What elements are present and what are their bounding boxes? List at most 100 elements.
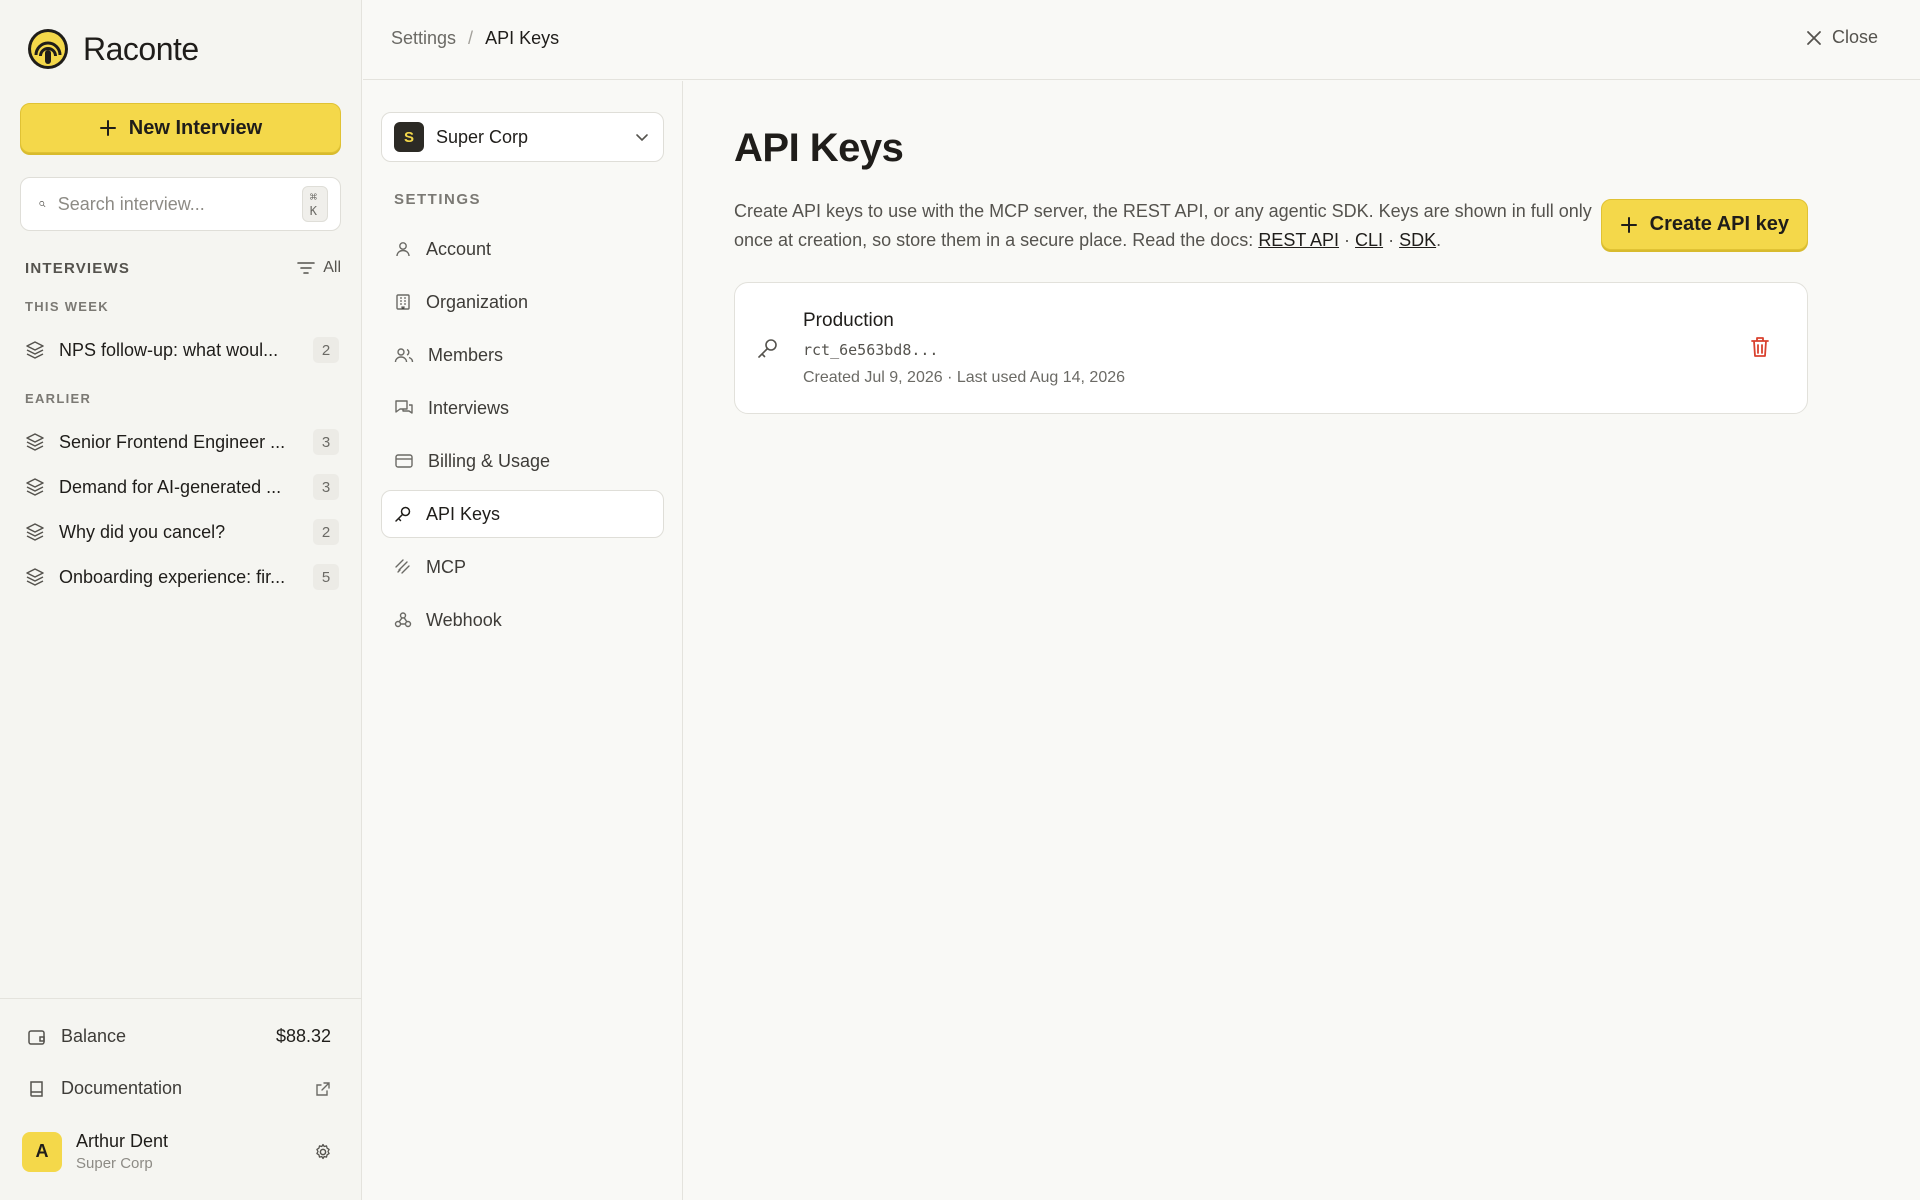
- main-content: API Keys Create API keys to use with the…: [684, 81, 1920, 1200]
- interview-title: Why did you cancel?: [59, 521, 226, 542]
- settings-item-label: MCP: [426, 556, 466, 577]
- filter-label: All: [323, 259, 341, 276]
- close-label: Close: [1831, 27, 1878, 47]
- group-label-earlier: EARLIER: [25, 391, 92, 406]
- interview-title: Demand for AI-generated ...: [59, 476, 282, 497]
- users-icon: [394, 348, 414, 363]
- interview-item[interactable]: Onboarding experience: fir... 5: [25, 558, 341, 596]
- settings-item-api-keys[interactable]: API Keys: [381, 490, 664, 538]
- doc-link-cli[interactable]: CLI: [1355, 230, 1383, 250]
- webhook-icon: [394, 612, 412, 628]
- plus-icon: [1620, 216, 1637, 233]
- settings-item-label: Organization: [426, 291, 529, 312]
- documentation-label: Documentation: [61, 1078, 183, 1098]
- breadcrumb: Settings / API Keys: [391, 28, 559, 49]
- book-icon: [30, 1080, 43, 1097]
- page-title: API Keys: [734, 126, 904, 170]
- settings-section-label: SETTINGS: [394, 191, 482, 208]
- org-badge: S: [394, 122, 424, 152]
- org-selector[interactable]: S Super Corp: [381, 112, 664, 162]
- settings-item-interviews[interactable]: Interviews: [381, 384, 664, 432]
- search-shortcut: ⌘ K: [301, 186, 328, 222]
- breadcrumb-settings[interactable]: Settings: [391, 28, 456, 49]
- link-separator: ·: [1344, 230, 1351, 250]
- close-button[interactable]: Close: [1806, 27, 1878, 48]
- settings-item-webhook[interactable]: Webhook: [381, 596, 664, 644]
- layers-icon: [26, 568, 44, 586]
- settings-item-label: Account: [426, 238, 492, 259]
- settings-item-label: Billing & Usage: [428, 450, 551, 471]
- interview-title: NPS follow-up: what woul...: [59, 339, 279, 360]
- balance-row[interactable]: Balance $88.32: [27, 1026, 331, 1047]
- credit-card-icon: [395, 454, 413, 468]
- balance-label: Balance: [61, 1026, 127, 1046]
- org-name: Super Corp: [436, 126, 529, 147]
- new-interview-button[interactable]: New Interview: [20, 103, 341, 153]
- app-name: Raconte: [83, 30, 199, 67]
- user-name: Arthur Dent: [76, 1131, 169, 1151]
- api-key-prefix: rct_6e563bd8...: [803, 341, 939, 359]
- settings-item-label: API Keys: [426, 503, 501, 524]
- layers-icon: [26, 523, 44, 541]
- interview-count: 3: [313, 474, 339, 500]
- settings-item-label: Members: [428, 344, 504, 365]
- gear-icon[interactable]: [313, 1142, 333, 1162]
- interviews-section-title: INTERVIEWS: [25, 259, 131, 277]
- interview-item[interactable]: Senior Frontend Engineer ... 3: [25, 423, 341, 461]
- settings-item-members[interactable]: Members: [381, 331, 664, 379]
- layers-icon: [26, 341, 44, 359]
- search-box[interactable]: ⌘ K: [20, 177, 341, 231]
- mcp-icon: [395, 559, 410, 574]
- external-link-icon: [316, 1081, 330, 1096]
- interview-item[interactable]: Why did you cancel? 2: [25, 513, 341, 551]
- documentation-link[interactable]: Documentation: [27, 1078, 331, 1099]
- interview-count: 3: [313, 429, 339, 455]
- settings-item-billing[interactable]: Billing & Usage: [381, 437, 664, 485]
- settings-item-label: Webhook: [426, 609, 502, 630]
- settings-item-mcp[interactable]: MCP: [381, 543, 664, 591]
- interviews-header: INTERVIEWS All: [25, 259, 341, 277]
- doc-link-rest-api[interactable]: REST API: [1258, 230, 1339, 250]
- description-text: Create API keys to use with the MCP serv…: [734, 201, 1592, 250]
- key-icon: [395, 506, 411, 522]
- filter-button[interactable]: All: [297, 259, 341, 277]
- search-icon: [39, 201, 46, 207]
- avatar: A: [22, 1131, 62, 1172]
- logo[interactable]: Raconte: [27, 28, 199, 70]
- create-api-key-button[interactable]: Create API key: [1600, 199, 1808, 250]
- layers-icon: [26, 478, 44, 496]
- user-org: Super Corp: [76, 1155, 153, 1172]
- settings-nav: S Super Corp SETTINGS Account Organizati…: [363, 81, 683, 1200]
- chat-icon: [395, 400, 413, 414]
- close-icon: [1807, 30, 1821, 45]
- interview-count: 2: [313, 337, 339, 363]
- trash-icon[interactable]: [1749, 335, 1771, 359]
- raconte-logo-icon: [28, 29, 68, 69]
- interview-item[interactable]: NPS follow-up: what woul... 2: [25, 331, 341, 369]
- user-icon: [396, 242, 410, 257]
- interview-item[interactable]: Demand for AI-generated ... 3: [25, 468, 341, 506]
- building-icon: [396, 294, 410, 310]
- user-profile[interactable]: A Arthur Dent Super Corp: [22, 1131, 333, 1172]
- api-key-meta: Created Jul 9, 2026 · Last used Aug 14, …: [803, 369, 1126, 386]
- interview-count: 5: [313, 564, 339, 590]
- settings-item-organization[interactable]: Organization: [381, 278, 664, 326]
- interview-count: 2: [313, 519, 339, 545]
- balance-value: $88.32: [275, 1026, 331, 1046]
- breadcrumb-current: API Keys: [485, 28, 560, 48]
- doc-link-sdk[interactable]: SDK: [1399, 230, 1436, 250]
- settings-item-label: Interviews: [428, 397, 510, 418]
- new-interview-label: New Interview: [128, 116, 263, 139]
- settings-item-account[interactable]: Account: [381, 225, 664, 273]
- key-icon: [758, 339, 777, 358]
- search-input[interactable]: [57, 193, 290, 215]
- group-label-this-week: THIS WEEK: [25, 299, 109, 314]
- interview-title: Onboarding experience: fir...: [59, 566, 286, 587]
- chevron-down-icon: [636, 134, 648, 142]
- sidebar: Raconte New Interview ⌘ K INTERVIEWS All…: [0, 0, 362, 1200]
- api-key-card: Production rct_6e563bd8... Created Jul 9…: [734, 282, 1808, 414]
- plus-icon: [99, 120, 116, 136]
- create-api-key-label: Create API key: [1649, 213, 1789, 235]
- filter-icon: [297, 262, 316, 274]
- wallet-icon: [28, 1029, 45, 1045]
